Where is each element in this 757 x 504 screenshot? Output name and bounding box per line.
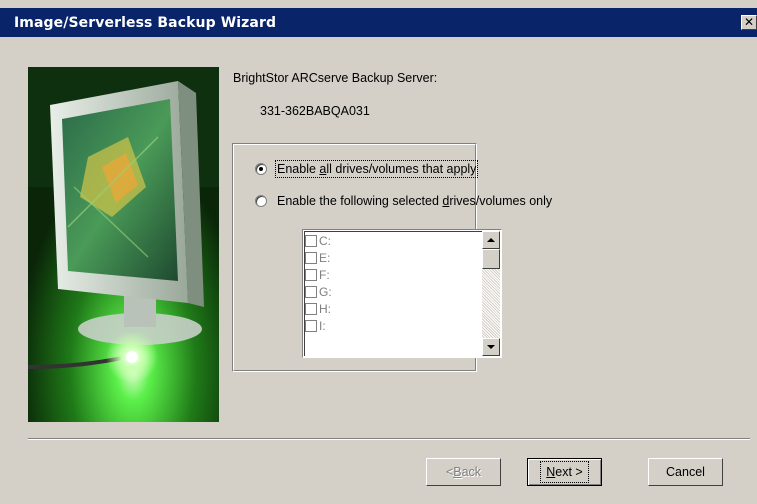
cancel-button[interactable]: Cancel <box>648 458 723 486</box>
title-bar: Image/Serverless Backup Wizard ✕ <box>0 8 757 37</box>
drive-checkbox[interactable] <box>305 302 317 315</box>
list-item[interactable]: H: <box>305 300 475 317</box>
drives-list: C: E: F: G: H: I: <box>305 232 475 334</box>
drive-checkbox[interactable] <box>305 251 317 264</box>
close-icon[interactable]: ✕ <box>741 15 757 30</box>
server-label: BrightStor ARCserve Backup Server: <box>233 71 438 85</box>
drives-listbox[interactable]: C: E: F: G: H: I: <box>302 229 502 358</box>
scroll-up-icon[interactable] <box>482 231 500 249</box>
drive-checkbox[interactable] <box>305 268 317 281</box>
radio-enable-all[interactable]: Enable all drives/volumes that apply <box>255 160 479 178</box>
list-item[interactable]: E: <box>305 249 475 266</box>
scroll-thumb[interactable] <box>482 249 500 269</box>
list-item[interactable]: G: <box>305 283 475 300</box>
drive-checkbox[interactable] <box>305 319 317 332</box>
radio-enable-selected-indicator[interactable] <box>255 195 267 207</box>
list-item[interactable]: F: <box>305 266 475 283</box>
list-item[interactable]: I: <box>305 317 475 334</box>
monitor-illustration <box>28 67 219 422</box>
radio-enable-selected-label: Enable the following selected drives/vol… <box>277 194 553 208</box>
server-name: 331-362BABQA031 <box>260 104 370 118</box>
wizard-window: Image/Serverless Backup Wizard ✕ BrightS… <box>0 0 757 504</box>
list-scrollbar[interactable] <box>482 231 500 356</box>
radio-enable-all-label: Enable all drives/volumes that apply <box>274 160 479 178</box>
drive-checkbox[interactable] <box>305 234 317 247</box>
radio-enable-selected[interactable]: Enable the following selected drives/vol… <box>255 194 552 208</box>
list-item[interactable]: C: <box>305 232 475 249</box>
footer-separator <box>28 438 750 440</box>
back-button[interactable]: < Back <box>426 458 501 486</box>
drive-checkbox[interactable] <box>305 285 317 298</box>
scroll-down-icon[interactable] <box>482 338 500 356</box>
radio-enable-all-indicator[interactable] <box>255 163 267 175</box>
window-title: Image/Serverless Backup Wizard <box>14 14 277 31</box>
next-button[interactable]: Next > <box>527 458 602 486</box>
